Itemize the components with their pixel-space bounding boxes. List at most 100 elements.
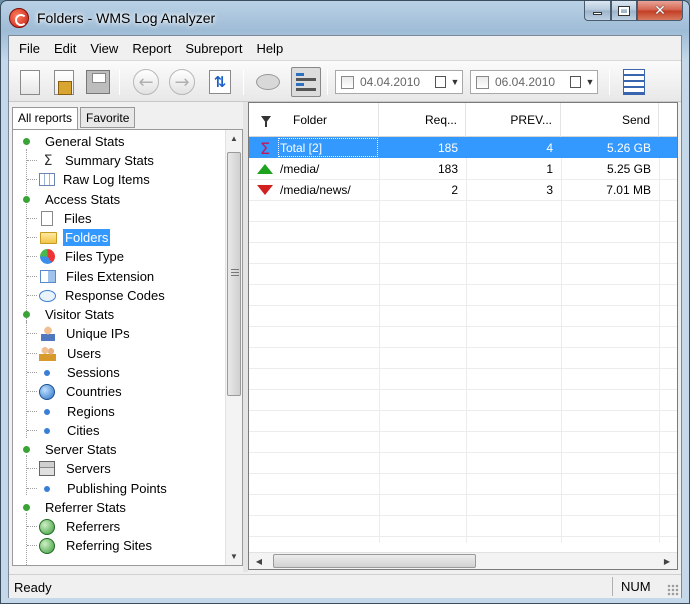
tree-item-visitor-stats[interactable]: Visitor Stats (13, 305, 116, 324)
send-cell: 5.25 GB (606, 161, 651, 176)
tree-item-cities[interactable]: Cities (27, 421, 102, 440)
list-view-button[interactable] (291, 67, 321, 97)
speech-bubble-icon (39, 289, 56, 302)
title-bar[interactable]: Folders - WMS Log Analyzer ✕ (1, 1, 689, 35)
tree-item-countries[interactable]: Countries (27, 382, 124, 401)
open-button[interactable] (49, 67, 79, 97)
blue-dot-icon (44, 408, 50, 415)
table-row[interactable]: /media/ 183 1 5.25 GB (249, 158, 677, 179)
tree-item-files-extension[interactable]: Files Extension (27, 267, 156, 286)
date-from-value: 04.04.2010 (360, 75, 421, 89)
tree-item-users[interactable]: Users (27, 344, 103, 363)
column-header-send[interactable]: Send (561, 103, 659, 137)
report-tree: General Stats Σ Summary Stats Raw Log It… (12, 129, 243, 566)
requests-cell: 2 (451, 182, 458, 197)
toolbar: ← → ⇅ 04.04.2010 ▼ 06.04.2010 ▼ (9, 60, 681, 102)
resize-grip-icon[interactable] (667, 584, 679, 596)
date-from-picker[interactable]: 04.04.2010 ▼ (335, 70, 463, 94)
globe-green-icon (39, 537, 55, 554)
tree-item-raw-log-items[interactable]: Raw Log Items (27, 170, 152, 189)
tree-item-referrer-stats[interactable]: Referrer Stats (13, 498, 128, 517)
send-cell: 5.26 GB (606, 140, 651, 155)
maximize-button[interactable] (611, 1, 637, 21)
chevron-down-icon[interactable]: ▼ (448, 71, 462, 93)
menu-help[interactable]: Help (249, 38, 290, 59)
tree-item-publishing-points[interactable]: Publishing Points (27, 479, 169, 498)
date-to-picker[interactable]: 06.04.2010 ▼ (470, 70, 598, 94)
tree-item-summary-stats[interactable]: Σ Summary Stats (27, 151, 156, 170)
save-disk-icon (86, 70, 110, 94)
columns-icon (623, 69, 645, 95)
globe-green-icon (39, 518, 55, 535)
scroll-thumb[interactable] (227, 152, 241, 396)
pie-chart-icon (40, 249, 55, 264)
scroll-down-icon[interactable]: ▼ (226, 548, 242, 565)
column-header-requests[interactable]: Req... (379, 103, 466, 137)
chevron-down-icon[interactable]: ▼ (583, 71, 597, 93)
scroll-right-icon[interactable]: ▶ (659, 553, 675, 569)
tree-item-servers[interactable]: Servers (27, 459, 113, 478)
requests-cell: 185 (437, 140, 458, 155)
window-title: Folders - WMS Log Analyzer (37, 10, 216, 26)
minimize-icon (593, 12, 602, 15)
client-area: File Edit View Report Subreport Help ← →… (8, 35, 682, 598)
save-button[interactable] (83, 67, 113, 97)
tree-item-folders[interactable]: Folders (27, 228, 112, 247)
column-header-folder[interactable]: Folder (249, 103, 379, 137)
new-report-button[interactable] (15, 67, 45, 97)
tree-item-access-stats[interactable]: Access Stats (13, 190, 122, 209)
date-to-checkbox[interactable] (476, 75, 489, 89)
column-header-prev[interactable]: PREV... (466, 103, 561, 137)
table-row[interactable]: Σ Total [2] 185 4 5.26 GB (249, 137, 677, 158)
grid-horizontal-scrollbar[interactable]: ◀ ▶ (249, 552, 677, 569)
table-row[interactable]: /media/news/ 2 3 7.01 MB (249, 179, 677, 200)
extension-icon (40, 270, 56, 283)
blue-dot-icon (44, 369, 50, 376)
date-from-checkbox[interactable] (341, 75, 354, 89)
back-button[interactable]: ← (131, 67, 161, 97)
tree-item-response-codes[interactable]: Response Codes (27, 286, 167, 305)
app-logo-icon[interactable] (9, 8, 29, 28)
arrow-down-icon (257, 182, 273, 198)
list-view-icon (294, 70, 318, 94)
tree-item-referrers[interactable]: Referrers (27, 517, 122, 536)
tree-item-referring-sites[interactable]: Referring Sites (27, 536, 154, 555)
tree-item-general-stats[interactable]: General Stats (13, 132, 127, 151)
scroll-up-icon[interactable]: ▲ (226, 130, 242, 147)
open-lock-icon (54, 69, 74, 95)
menu-view[interactable]: View (83, 38, 125, 59)
minimize-button[interactable] (584, 1, 611, 21)
scroll-left-icon[interactable]: ◀ (251, 553, 267, 569)
tab-favorite[interactable]: Favorite (80, 107, 136, 128)
menu-subreport[interactable]: Subreport (178, 38, 249, 59)
comment-button[interactable] (253, 67, 283, 97)
server-icon (39, 461, 55, 476)
arrow-up-icon (257, 161, 273, 177)
filter-icon[interactable] (261, 116, 271, 127)
prev-cell: 1 (546, 161, 553, 176)
tree-vertical-scrollbar[interactable]: ▲ ▼ (225, 130, 242, 565)
green-dot-icon (23, 196, 30, 203)
close-button[interactable]: ✕ (637, 1, 683, 21)
menu-edit[interactable]: Edit (47, 38, 83, 59)
tree-item-sessions[interactable]: Sessions (27, 363, 122, 382)
menu-report[interactable]: Report (125, 38, 178, 59)
forward-button[interactable]: → (167, 67, 197, 97)
tree-item-files[interactable]: Files (27, 209, 93, 228)
folder-icon (40, 231, 57, 244)
report-tabs: All reports Favorite (12, 107, 137, 130)
new-page-icon (20, 69, 40, 95)
send-cell: 7.01 MB (606, 182, 651, 197)
tree-item-files-type[interactable]: Files Type (27, 247, 126, 266)
prev-cell: 4 (546, 140, 553, 155)
tree-item-unique-ips[interactable]: Unique IPs (27, 324, 132, 343)
columns-button[interactable] (619, 67, 649, 97)
comment-icon (256, 74, 280, 90)
tree-item-server-stats[interactable]: Server Stats (13, 440, 119, 459)
blue-dot-icon (44, 485, 50, 492)
menu-file[interactable]: File (12, 38, 47, 59)
refresh-button[interactable]: ⇅ (205, 67, 235, 97)
tab-all-reports[interactable]: All reports (12, 107, 79, 130)
scroll-thumb[interactable] (273, 554, 476, 568)
tree-item-regions[interactable]: Regions (27, 402, 117, 421)
